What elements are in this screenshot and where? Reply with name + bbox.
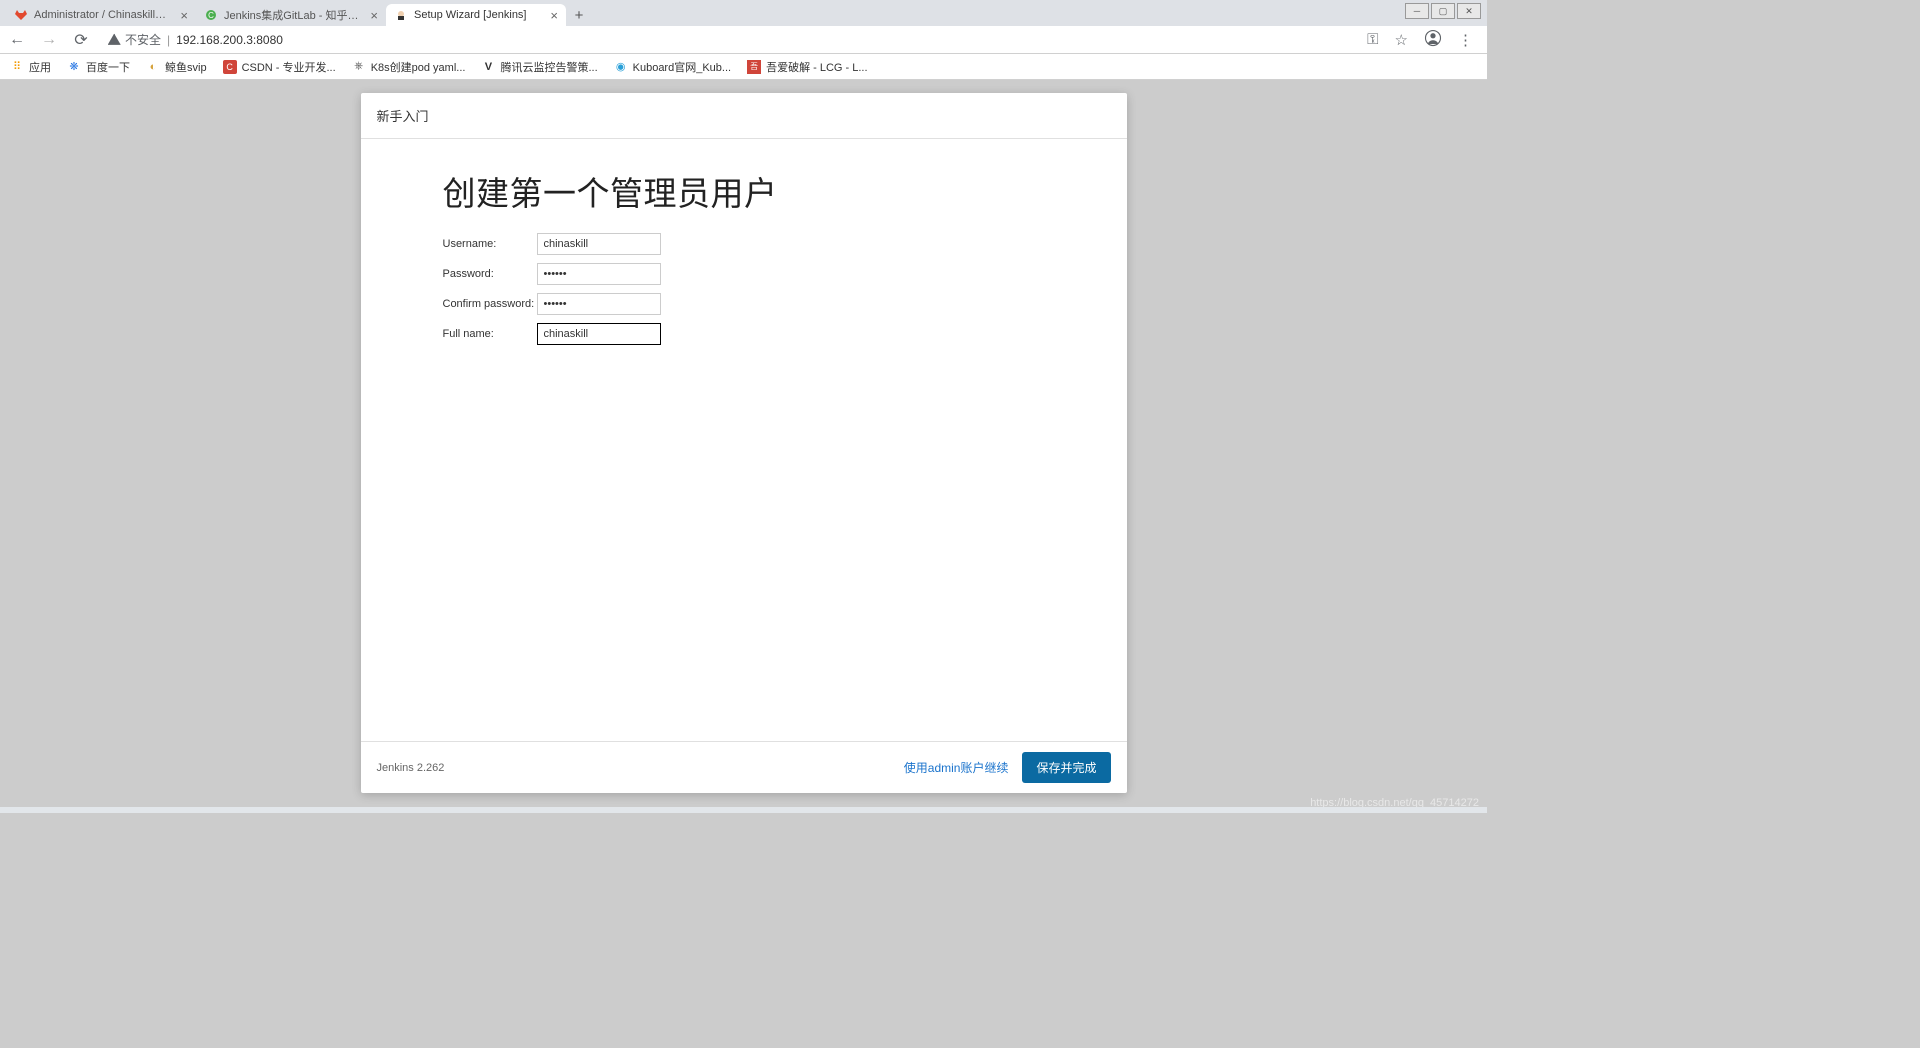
tab-zhihu[interactable]: C Jenkins集成GitLab - 知乎 - osc... × [196, 4, 386, 26]
username-input[interactable] [537, 233, 661, 255]
wizard-footer: Jenkins 2.262 使用admin账户继续 保存并完成 [361, 741, 1127, 793]
star-icon[interactable]: ☆ [1395, 31, 1408, 49]
password-input[interactable] [537, 263, 661, 285]
tab-gitlab[interactable]: Administrator / ChinaskillProje... × [6, 4, 196, 26]
bookmark-svip[interactable]: ◐鲸鱼svip [146, 59, 207, 75]
maximize-button[interactable]: ▢ [1431, 3, 1455, 19]
new-tab-button[interactable]: + [566, 4, 592, 26]
confirm-password-input[interactable] [537, 293, 661, 315]
minimize-button[interactable]: ─ [1405, 3, 1429, 19]
bookmark-kuboard[interactable]: ◉Kuboard官网_Kub... [614, 59, 731, 75]
save-and-finish-button[interactable]: 保存并完成 [1022, 752, 1110, 783]
tab-title: Setup Wizard [Jenkins] [414, 9, 540, 21]
tabs-container: Administrator / ChinaskillProje... × C J… [6, 0, 592, 26]
close-icon[interactable]: × [550, 8, 558, 23]
kuboard-icon: ◉ [614, 60, 628, 74]
confirm-password-row: Confirm password: [443, 293, 1045, 315]
insecure-label: 不安全 [125, 31, 161, 48]
tab-jenkins-active[interactable]: Setup Wizard [Jenkins] × [386, 4, 566, 26]
k8s-icon: ⎈ [352, 60, 366, 74]
apps-icon: ⠿ [10, 60, 24, 74]
bookmark-52pojie[interactable]: 吾吾爱破解 - LCG - L... [747, 59, 867, 75]
skip-admin-link[interactable]: 使用admin账户继续 [904, 759, 1009, 776]
page-title: 创建第一个管理员用户 [443, 167, 1045, 215]
warning-icon [108, 33, 121, 46]
tab-title: Jenkins集成GitLab - 知乎 - osc... [224, 7, 360, 23]
url-text: 192.168.200.3:8080 [176, 33, 283, 47]
pojie-icon: 吾 [747, 60, 761, 74]
url-separator: | [167, 33, 170, 47]
confirm-password-label: Confirm password: [443, 298, 537, 310]
address-bar: ← → ⟳ 不安全 | 192.168.200.3:8080 ⚿ ☆ ⋮ [0, 26, 1487, 54]
fullname-label: Full name: [443, 328, 537, 340]
profile-icon[interactable] [1424, 29, 1442, 51]
browser-tab-strip: Administrator / ChinaskillProje... × C J… [0, 0, 1487, 26]
fullname-input[interactable] [537, 323, 661, 345]
password-row: Password: [443, 263, 1045, 285]
bookmark-csdn[interactable]: CCSDN - 专业开发... [223, 59, 336, 75]
key-icon[interactable]: ⚿ [1367, 31, 1378, 48]
svip-icon: ◐ [146, 60, 160, 74]
tab-title: Administrator / ChinaskillProje... [34, 9, 170, 21]
back-button[interactable]: ← [8, 31, 26, 49]
page-viewport: 新手入门 创建第一个管理员用户 Username: Password: Conf… [0, 80, 1487, 813]
url-input[interactable]: 不安全 | 192.168.200.3:8080 [104, 29, 1353, 51]
username-label: Username: [443, 238, 537, 250]
jenkins-version: Jenkins 2.262 [377, 762, 445, 774]
tencent-icon: V [481, 60, 495, 74]
bookmark-tencent[interactable]: V腾讯云监控告警策... [481, 59, 597, 75]
reload-button[interactable]: ⟳ [72, 30, 90, 50]
bookmarks-bar: ⠿应用 ❋百度一下 ◐鲸鱼svip CCSDN - 专业开发... ⎈K8s创建… [0, 54, 1487, 80]
svg-text:C: C [208, 11, 214, 20]
wizard-body: 创建第一个管理员用户 Username: Password: Confirm p… [361, 139, 1127, 741]
wizard-header: 新手入门 [361, 93, 1127, 139]
forward-button[interactable]: → [40, 31, 58, 49]
close-window-button[interactable]: ✕ [1457, 3, 1481, 19]
window-controls: ─ ▢ ✕ [1405, 3, 1481, 19]
setup-wizard-dialog: 新手入门 创建第一个管理员用户 Username: Password: Conf… [361, 93, 1127, 793]
close-icon[interactable]: × [370, 8, 378, 23]
csdn-icon: C [223, 60, 237, 74]
gitlab-icon [14, 8, 28, 22]
close-icon[interactable]: × [180, 8, 188, 23]
zhihu-icon: C [204, 8, 218, 22]
jenkins-icon [394, 8, 408, 22]
bookmark-baidu[interactable]: ❋百度一下 [67, 59, 130, 75]
security-indicator[interactable]: 不安全 [108, 31, 161, 48]
apps-bookmark[interactable]: ⠿应用 [10, 59, 51, 75]
taskbar [0, 807, 1487, 813]
password-label: Password: [443, 268, 537, 280]
fullname-row: Full name: [443, 323, 1045, 345]
baidu-icon: ❋ [67, 60, 81, 74]
bookmark-k8s[interactable]: ⎈K8s创建pod yaml... [352, 59, 466, 75]
menu-icon[interactable]: ⋮ [1458, 31, 1473, 49]
username-row: Username: [443, 233, 1045, 255]
